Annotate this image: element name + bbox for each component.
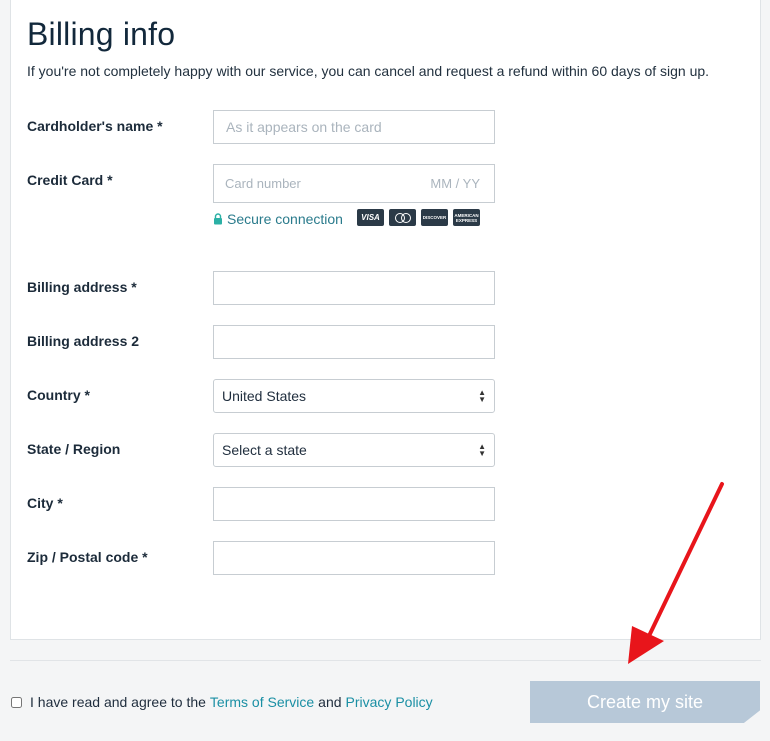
secure-connection-text: Secure connection (227, 211, 343, 227)
cardholder-input[interactable] (213, 110, 495, 144)
state-label: State / Region (27, 441, 121, 457)
terms-of-service-link[interactable]: Terms of Service (210, 694, 314, 710)
cardholder-label: Cardholder's name * (27, 118, 163, 134)
visa-icon: VISA (357, 209, 384, 226)
zip-input[interactable] (213, 541, 495, 575)
card-number-input[interactable] (214, 165, 409, 202)
discover-icon: DISCOVER (421, 209, 448, 226)
state-select[interactable]: Select a state ▲ ▼ (213, 433, 495, 467)
agree-and-text: and (318, 694, 342, 710)
privacy-policy-link[interactable]: Privacy Policy (346, 694, 433, 710)
updown-chevron-icon: ▲ ▼ (478, 388, 486, 404)
card-expiry-input[interactable] (414, 165, 494, 202)
updown-chevron-icon: ▲ ▼ (478, 442, 486, 458)
mastercard-icon (389, 209, 416, 226)
credit-card-label: Credit Card * (27, 172, 113, 188)
create-my-site-button[interactable]: Create my site (530, 681, 760, 723)
secure-connection: Secure connection (213, 211, 343, 227)
country-select[interactable]: United States ▲ ▼ (213, 379, 495, 413)
country-selected: United States (222, 388, 307, 404)
card-logos: VISA DISCOVER AMERICAN EXPRESS (357, 209, 480, 226)
billing-address-2-label: Billing address 2 (27, 333, 140, 349)
billing-address-input[interactable] (213, 271, 495, 305)
state-selected: Select a state (222, 442, 307, 458)
agree-prefix-text: I have read and agree to the (30, 694, 206, 710)
billing-address-label: Billing address * (27, 279, 137, 295)
zip-label: Zip / Postal code * (27, 549, 148, 565)
refund-notice: If you're not completely happy with our … (27, 63, 710, 79)
red-arrow-annotation (628, 482, 724, 664)
terms-agreement: I have read and agree to the Terms of Se… (11, 694, 437, 710)
city-label: City * (27, 495, 63, 511)
page-title: Billing info (27, 16, 176, 52)
city-input[interactable] (213, 487, 495, 521)
agree-checkbox[interactable] (11, 696, 22, 708)
amex-icon: AMERICAN EXPRESS (453, 209, 480, 226)
billing-address-2-input[interactable] (213, 325, 495, 359)
credit-card-field (213, 164, 495, 203)
lock-icon (213, 213, 223, 225)
country-label: Country * (27, 387, 90, 403)
